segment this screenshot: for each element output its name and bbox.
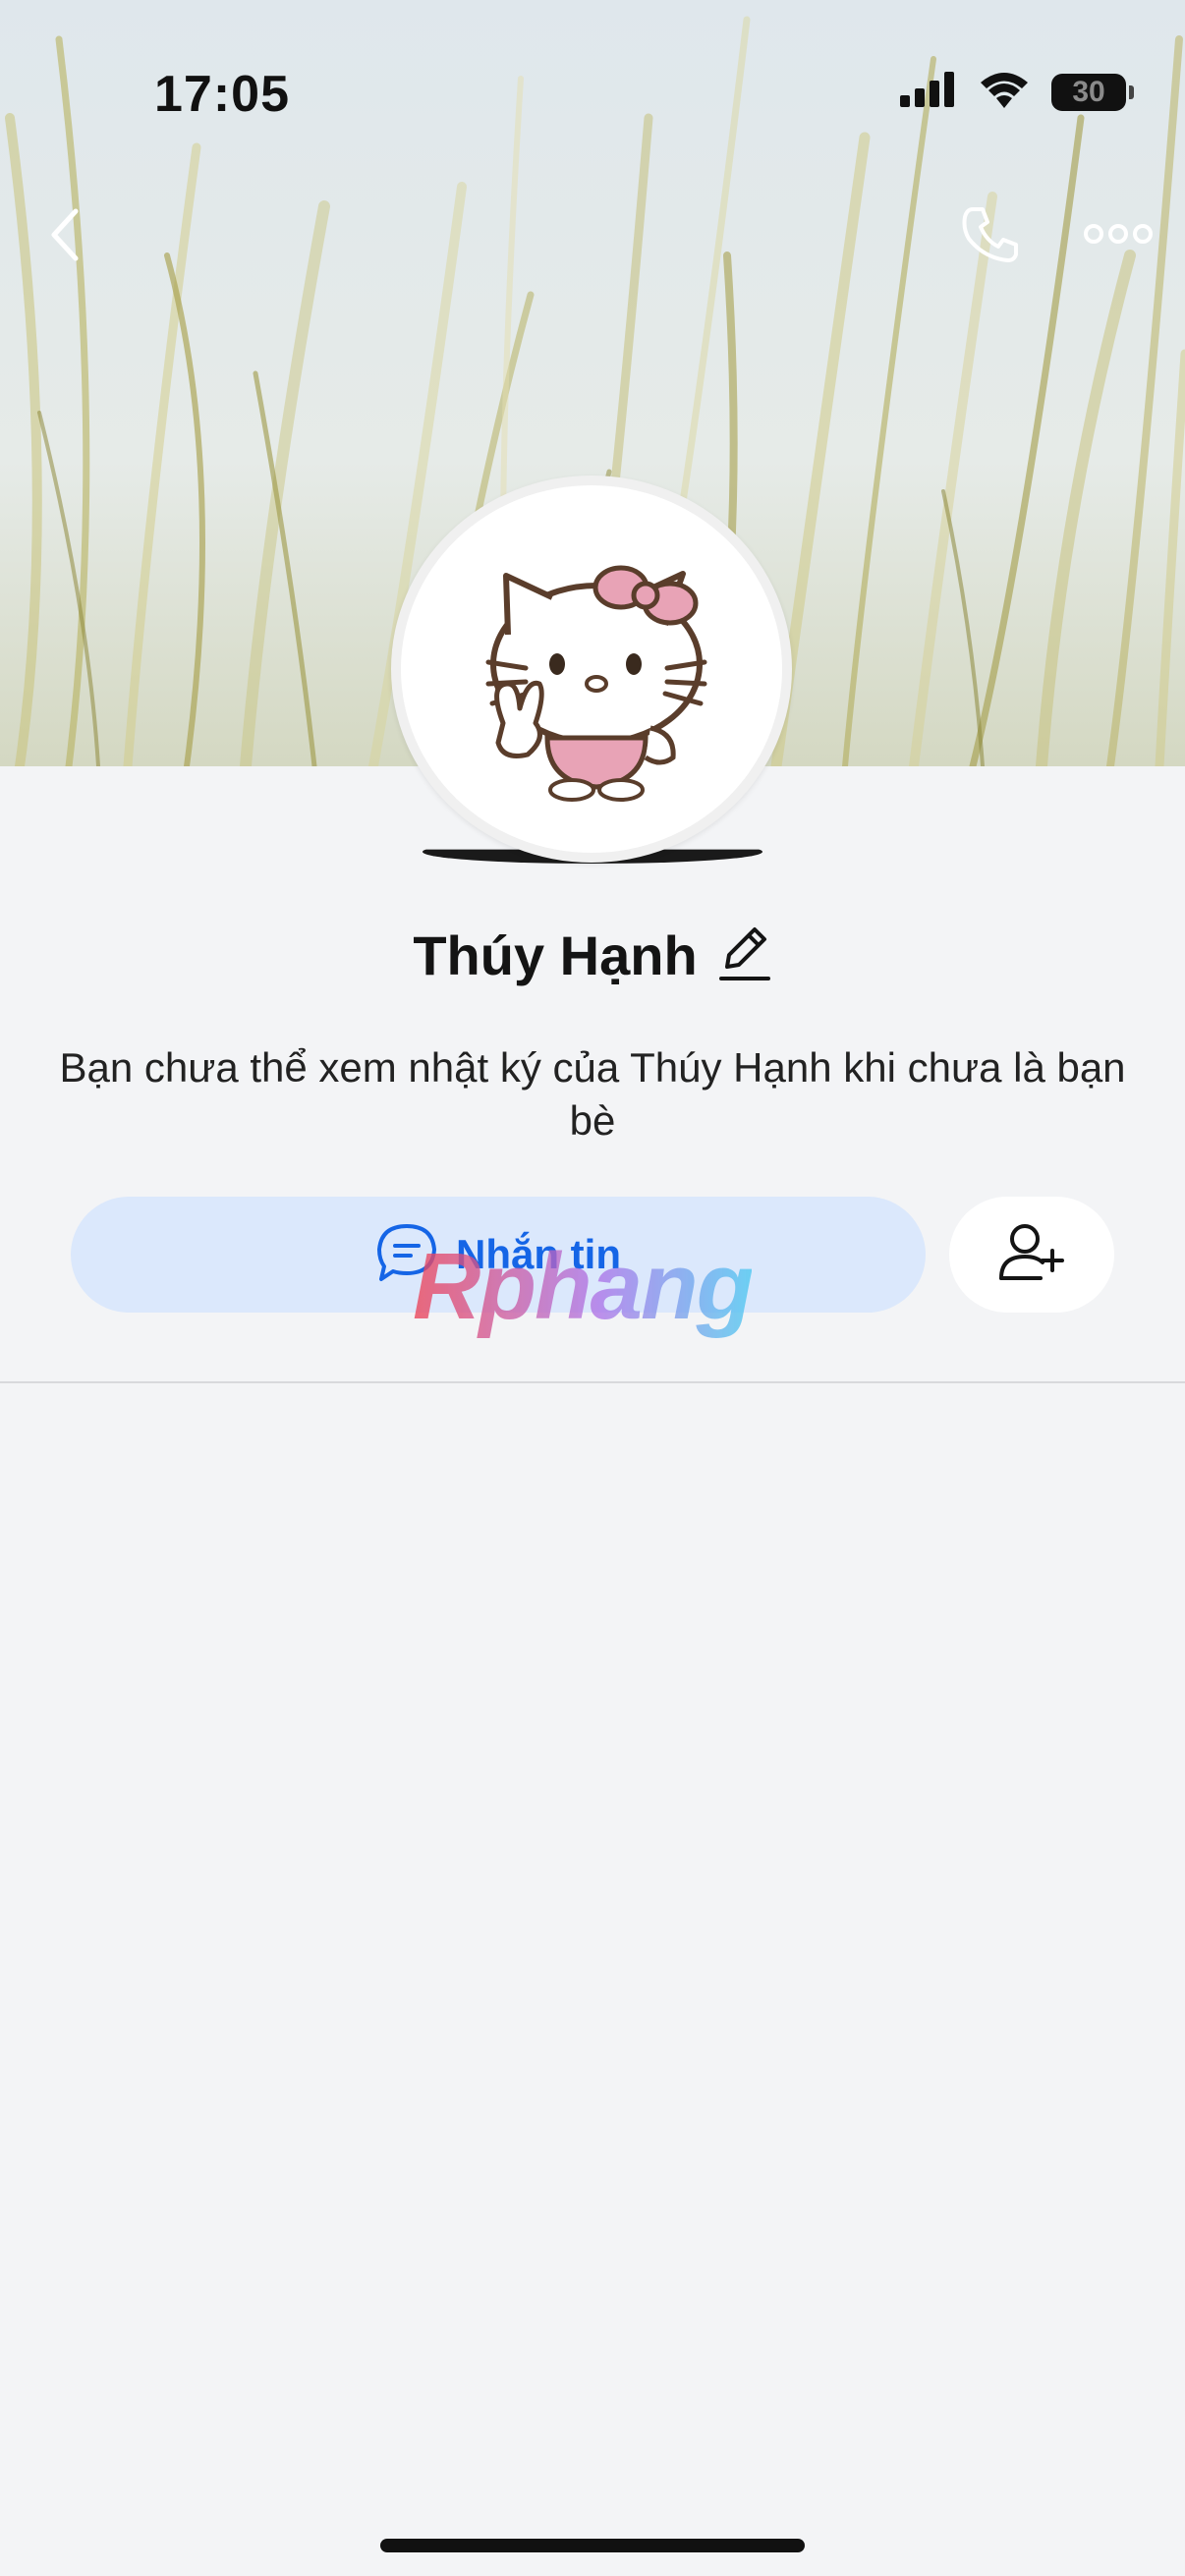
status-icons: 30 xyxy=(900,71,1134,113)
pencil-icon xyxy=(717,924,772,987)
profile-name-row: Thúy Hạnh xyxy=(0,924,1185,987)
edit-name-button[interactable] xyxy=(717,924,772,987)
message-button-label: Nhắn tin xyxy=(456,1231,621,1277)
friend-required-notice: Bạn chưa thể xem nhật ký của Thúy Hạnh k… xyxy=(59,1044,1126,1144)
cat-character-avatar-image xyxy=(485,565,707,802)
more-options-icon xyxy=(1084,221,1153,252)
home-indicator[interactable] xyxy=(380,2539,805,2552)
battery-level: 30 xyxy=(1072,75,1105,108)
add-friend-icon xyxy=(997,1221,1066,1289)
profile-name: Thúy Hạnh xyxy=(413,924,698,986)
wifi-icon xyxy=(979,71,1030,113)
back-chevron-icon xyxy=(48,207,82,267)
add-friend-button[interactable] xyxy=(949,1197,1114,1313)
message-button[interactable]: Nhắn tin xyxy=(71,1197,926,1313)
profile-screen: 17:05 30 Thúy Hạnh Bạn chưa thể xem nhật… xyxy=(0,0,1185,2576)
back-button[interactable] xyxy=(35,201,94,272)
status-time: 17:05 xyxy=(154,66,290,123)
battery-icon: 30 xyxy=(1051,73,1134,111)
chat-bubble-icon xyxy=(375,1222,438,1288)
cellular-signal-icon xyxy=(900,72,957,112)
phone-call-icon xyxy=(959,203,1022,271)
section-divider xyxy=(0,1381,1185,1383)
avatar[interactable] xyxy=(401,485,782,853)
call-button[interactable] xyxy=(951,201,1030,272)
more-button[interactable] xyxy=(1081,211,1156,260)
